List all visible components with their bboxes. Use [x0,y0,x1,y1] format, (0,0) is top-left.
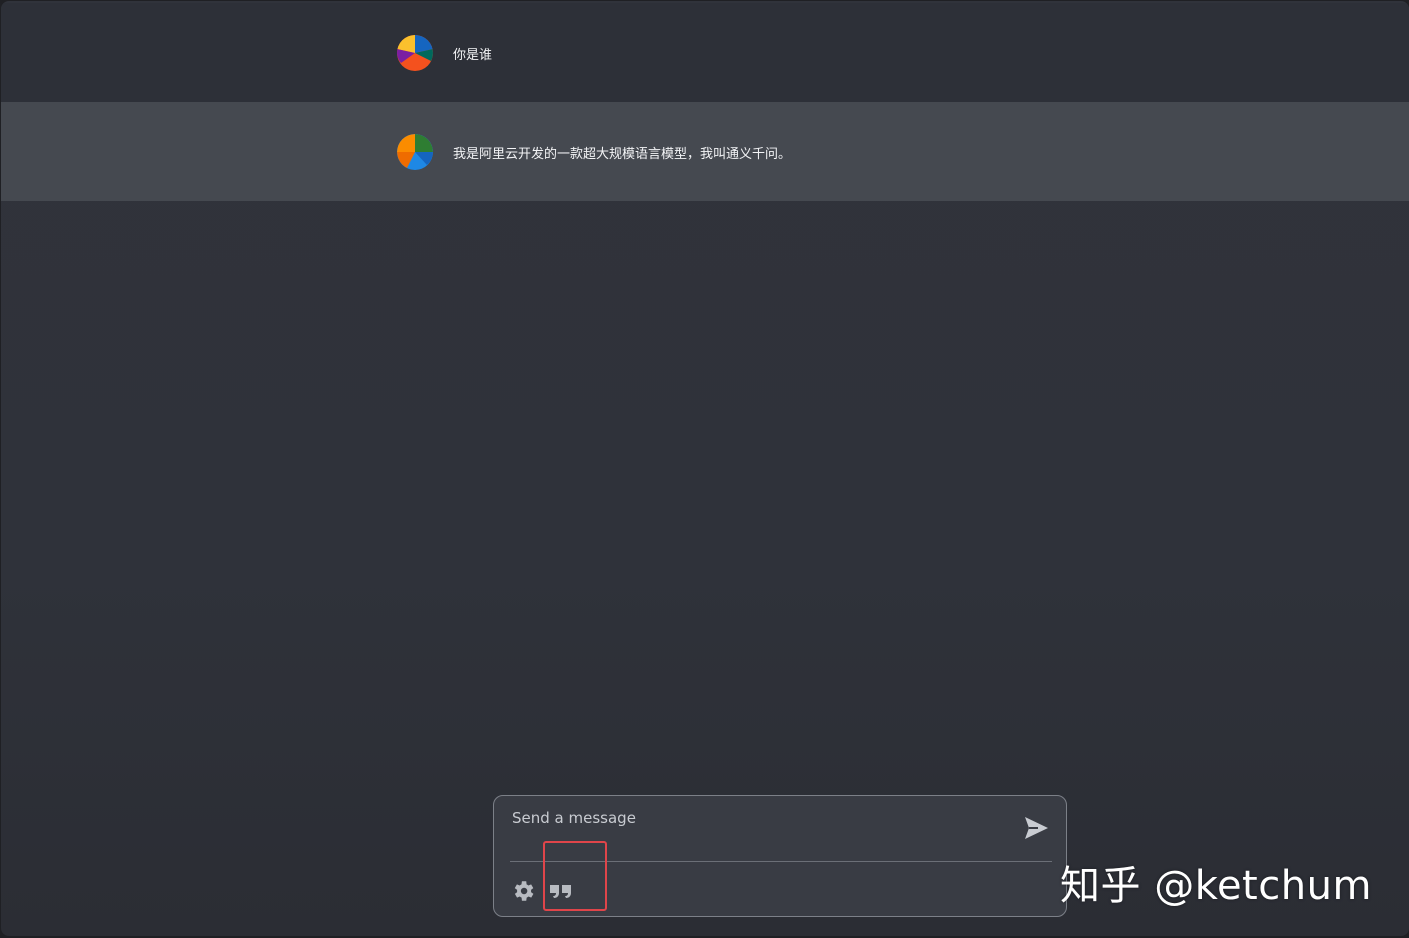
message-row-user: 你是谁 [1,3,1409,102]
gear-icon[interactable] [510,878,536,904]
watermark-text: 知乎 @ketchum [1060,863,1372,909]
message-row-assistant: 我是阿里云开发的一款超大规模语言模型，我叫通义千问。 [1,102,1409,201]
user-avatar-icon [397,35,433,71]
assistant-avatar-icon [397,134,433,170]
message-text: 你是谁 [453,48,493,63]
send-icon[interactable] [1022,814,1050,842]
annotation-highlight-box [543,841,607,911]
message-text: 我是阿里云开发的一款超大规模语言模型，我叫通义千问。 [453,147,792,162]
message-input[interactable] [510,806,1014,830]
